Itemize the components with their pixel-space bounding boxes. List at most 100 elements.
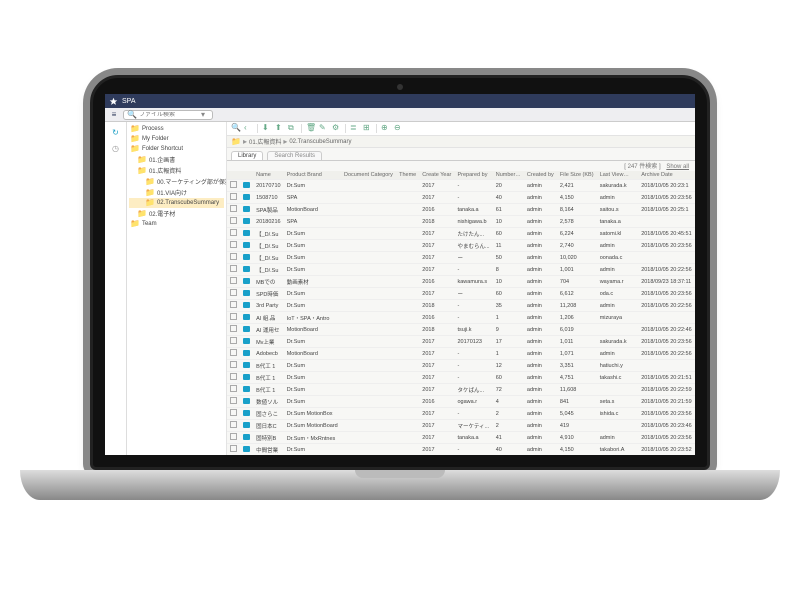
edit-icon[interactable]: ✎ — [319, 124, 328, 133]
column-header[interactable]: Number… — [493, 171, 524, 180]
row-checkbox[interactable] — [230, 397, 237, 404]
chevron-left-icon[interactable]: ‹ — [244, 124, 253, 133]
row-checkbox[interactable] — [230, 193, 237, 200]
delete-icon[interactable]: 🗑 — [306, 124, 315, 133]
copy-icon[interactable]: ⧉ — [288, 124, 297, 133]
refresh-icon[interactable]: ↻ — [109, 126, 123, 140]
tree-item[interactable]: 📁Team — [129, 219, 224, 229]
column-header[interactable]: Theme — [396, 171, 419, 180]
row-checkbox[interactable] — [230, 337, 237, 344]
settings-icon[interactable]: ⚙ — [332, 124, 341, 133]
table-row[interactable]: 固特別BDr.Sum・MxRntnes2017tanaka.a41admin4,… — [227, 432, 695, 444]
tree-item[interactable]: 📁02.電子材 — [129, 208, 224, 219]
nav-placeholder-icon[interactable]: ◷ — [109, 142, 123, 156]
folder-icon: 📁 — [145, 178, 155, 186]
tree-item[interactable]: 📁My Folder — [129, 134, 224, 144]
breadcrumb-item[interactable]: 01.広報資料 — [249, 137, 281, 146]
column-header[interactable] — [240, 171, 253, 180]
table-row[interactable]: MBでの動画素材2016kawamura.s10admin704wayama.r… — [227, 276, 695, 288]
tree-item[interactable]: 📁01.広報資料 — [129, 165, 224, 176]
tree-item[interactable]: 📁Folder Shortcut — [129, 144, 224, 154]
row-checkbox[interactable] — [230, 373, 237, 380]
tree-item[interactable]: 📁01.企画書 — [129, 154, 224, 165]
column-header[interactable]: Name — [253, 171, 284, 180]
chevron-down-icon[interactable]: ▾ — [201, 111, 209, 119]
column-header[interactable]: Document Category — [341, 171, 396, 180]
table-row[interactable]: 固さらこDr.Sum MotionBox2017-2admin5,045ishi… — [227, 408, 695, 420]
table-row[interactable]: B代工 1Dr.Sum2017-12admin3,351hatiuchi.y — [227, 360, 695, 372]
search-box[interactable]: 🔍 ▾ — [123, 110, 213, 120]
table-row[interactable]: AI 運用セMotionBoard2018tsuji.k9admin6,0192… — [227, 324, 695, 336]
table-row[interactable]: 20180216SPA2018nishigawa.b10admin2,578ta… — [227, 216, 695, 228]
table-row[interactable]: 【_D/.SuDr.Sum2017ー50admin10,020oonada.c — [227, 252, 695, 264]
column-header[interactable] — [227, 171, 240, 180]
row-checkbox[interactable] — [230, 277, 237, 284]
column-header[interactable]: Product Brand — [284, 171, 341, 180]
column-header[interactable]: Prepared by — [454, 171, 492, 180]
tab-library[interactable]: Library — [231, 151, 263, 160]
table-row[interactable]: 中間営業Dr.Sum2017-40admin4,150takabori.A201… — [227, 444, 695, 456]
row-checkbox[interactable] — [230, 385, 237, 392]
row-checkbox[interactable] — [230, 361, 237, 368]
row-checkbox[interactable] — [230, 349, 237, 356]
table-row[interactable]: 数値ソルDr.Sum2016ogawa.r4admin841seta.s2018… — [227, 396, 695, 408]
table-row[interactable]: 固日本CDr.Sum MotionBoard2017マーケティ...2admin… — [227, 420, 695, 432]
row-checkbox[interactable] — [230, 301, 237, 308]
row-checkbox[interactable] — [230, 265, 237, 272]
table-row[interactable]: 【_D/.SuDr.Sum2017-8admin1,001admin2018/1… — [227, 264, 695, 276]
column-header[interactable]: Last View… — [597, 171, 632, 180]
tree-item-label: Folder Shortcut — [142, 146, 183, 152]
tree-item[interactable]: 📁Process — [129, 124, 224, 134]
column-header[interactable]: File Size (KB) — [557, 171, 597, 180]
row-checkbox[interactable] — [230, 421, 237, 428]
row-checkbox[interactable] — [230, 433, 237, 440]
search-icon[interactable]: 🔍 — [231, 124, 240, 133]
search-icon: 🔍 — [127, 111, 137, 119]
row-checkbox[interactable] — [230, 445, 237, 452]
menu-icon[interactable]: ≡ — [109, 110, 119, 120]
row-checkbox[interactable] — [230, 409, 237, 416]
breadcrumb-item[interactable]: 02.TranscubeSummary — [289, 139, 351, 145]
tree-item-label: 01.企画書 — [149, 155, 175, 164]
row-checkbox[interactable] — [230, 229, 237, 236]
table-row[interactable]: AdobecbMotionBoard2017-1admin1,071admin2… — [227, 348, 695, 360]
row-checkbox[interactable] — [230, 313, 237, 320]
table-row[interactable]: 【_D/.SuDr.Sum2017たけたん...60admin6,224sato… — [227, 228, 695, 240]
table-row[interactable]: AI 組.品IoT・SPA・Antro2016-1admin1,206mizur… — [227, 312, 695, 324]
table-row[interactable]: 3rd PartyDr.Sum2018-35admin11,208admin20… — [227, 300, 695, 312]
tree-item[interactable]: 📁02.TranscubeSummary — [129, 198, 224, 208]
table-row[interactable]: 20170710Dr.Sum2017-20admin2,421sakurada.… — [227, 180, 695, 192]
file-grid[interactable]: NameProduct BrandDocument CategoryThemeC… — [227, 171, 695, 455]
row-checkbox[interactable] — [230, 325, 237, 332]
row-checkbox[interactable] — [230, 241, 237, 248]
table-row[interactable]: 1508710SPA2017-40admin4,150admin2018/10/… — [227, 192, 695, 204]
row-checkbox[interactable] — [230, 253, 237, 260]
tree-item-label: 01.広報資料 — [149, 166, 181, 175]
table-row[interactable]: B代工 1Dr.Sum2017タケばん...72admin11,6082018/… — [227, 384, 695, 396]
export-icon[interactable]: ⊞ — [363, 124, 372, 133]
column-header[interactable]: Created by — [524, 171, 557, 180]
search-input[interactable] — [139, 112, 199, 118]
download-icon[interactable]: ⬇ — [262, 124, 271, 133]
title-bar: SPA — [105, 94, 695, 108]
folder-icon: 📁 — [137, 210, 147, 218]
tree-item[interactable]: 📁01.VIA向け — [129, 187, 224, 198]
list-view-icon[interactable]: ≣ — [350, 124, 359, 133]
tree-item[interactable]: 📁00.マーケティング部が保持した広報資料 — [129, 176, 224, 187]
table-row[interactable]: SPD時価Dr.Sum2017ー60admin6,612oda.c2018/10… — [227, 288, 695, 300]
tab-search-results[interactable]: Search Results — [267, 151, 322, 160]
table-row[interactable]: B代工 1Dr.Sum2017-60admin4,751takashi.c201… — [227, 372, 695, 384]
row-checkbox[interactable] — [230, 205, 237, 212]
zoom-in-icon[interactable]: ⊕ — [381, 124, 390, 133]
table-row[interactable]: 【_D/.SuDr.Sum2017やまむらん...11admin2,740adm… — [227, 240, 695, 252]
show-all-link[interactable]: Show all — [666, 164, 689, 170]
table-row[interactable]: Mv上業Dr.Sum20172017012317admin1,011sakura… — [227, 336, 695, 348]
upload-icon[interactable]: ⬆ — [275, 124, 284, 133]
column-header[interactable]: Archive Date — [638, 171, 695, 180]
zoom-out-icon[interactable]: ⊖ — [394, 124, 403, 133]
row-checkbox[interactable] — [230, 289, 237, 296]
table-row[interactable]: SPA製品MotionBoard2016tanaka.a61admin8,164… — [227, 204, 695, 216]
column-header[interactable]: Create Year — [419, 171, 454, 180]
row-checkbox[interactable] — [230, 217, 237, 224]
row-checkbox[interactable] — [230, 181, 237, 188]
